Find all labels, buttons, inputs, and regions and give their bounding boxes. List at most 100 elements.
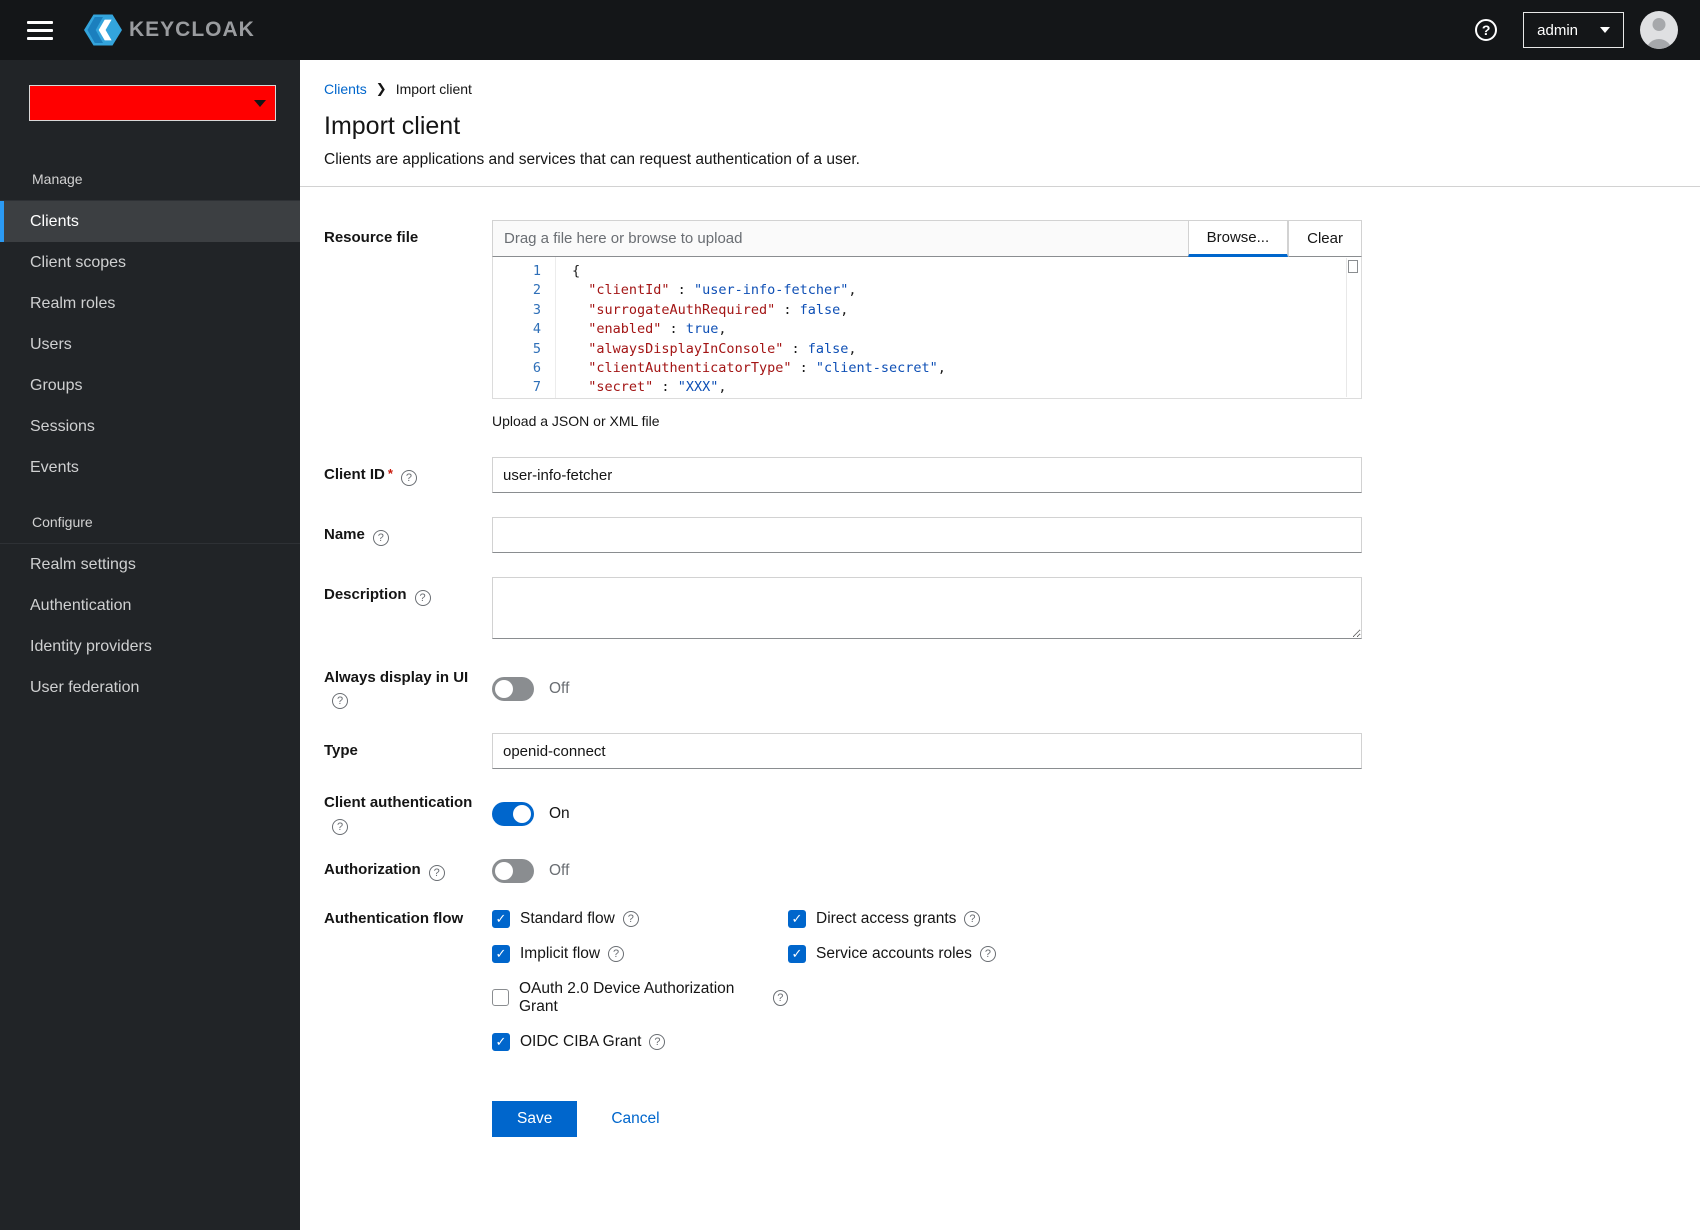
help-icon[interactable]: ? [1475, 19, 1498, 41]
upload-helper-text: Upload a JSON or XML file [492, 413, 660, 429]
sidebar-item-realm-settings[interactable]: Realm settings [0, 544, 300, 585]
description-row: Description? [324, 577, 1700, 644]
scrollbar-thumb[interactable] [1348, 260, 1358, 273]
code-line: "clientId" : "user-info-fetcher", [572, 281, 1361, 300]
auth-flow-option-oidc-ciba-grant[interactable]: ✓ OIDC CIBA Grant? [492, 1032, 788, 1051]
sidebar-item-identity-providers[interactable]: Identity providers [0, 626, 300, 667]
code-line: { [572, 262, 1361, 281]
help-icon[interactable]: ? [772, 989, 788, 1006]
user-avatar[interactable] [1640, 11, 1678, 49]
code-token: "alwaysDisplayInConsole" [588, 340, 784, 357]
code-token: "secret" [588, 379, 654, 396]
help-icon[interactable]: ? [414, 590, 431, 606]
type-input[interactable] [492, 733, 1362, 770]
cancel-link[interactable]: Cancel [611, 1110, 659, 1128]
code-token: "XXX" [677, 379, 719, 396]
sidebar-item-clients[interactable]: Clients [0, 201, 300, 242]
auth-flow-label: Authentication flow [324, 909, 464, 927]
checkbox-unchecked[interactable] [492, 989, 509, 1006]
help-icon[interactable]: ? [608, 945, 625, 962]
code-scrollbar[interactable] [1346, 258, 1360, 397]
sidebar-item-groups[interactable]: Groups [0, 365, 300, 406]
auth-flow-row: Authentication flow ✓ Standard flow? ✓ Dire… [324, 907, 1700, 1051]
checkbox-label: OIDC CIBA Grant [520, 1032, 642, 1050]
form-actions: Save Cancel [492, 1100, 1700, 1137]
main-content: Clients ❯ Import client Import client Cl… [300, 60, 1700, 1230]
checkbox-checked[interactable]: ✓ [788, 909, 806, 928]
code-token: "surrogateAuthRequired" [588, 301, 776, 318]
sidebar-item-client-scopes[interactable]: Client scopes [0, 242, 300, 283]
checkbox-checked[interactable]: ✓ [492, 909, 510, 928]
code-token: false [807, 340, 849, 357]
sidebar-item-users[interactable]: Users [0, 324, 300, 365]
help-icon[interactable]: ? [964, 910, 981, 927]
code-lines[interactable]: { "clientId" : "user-info-fetcher", "sur… [555, 257, 1361, 398]
description-textarea[interactable] [492, 577, 1362, 639]
authorization-toggle[interactable] [492, 858, 534, 883]
client-id-input[interactable] [492, 457, 1362, 493]
help-icon[interactable]: ? [979, 945, 996, 962]
realm-selector[interactable] [29, 85, 276, 121]
code-editor[interactable]: 1 2 3 4 5 6 7 { "clientId" : "user-info-fetche… [492, 257, 1362, 399]
nav-section-title: Configure [0, 514, 300, 544]
always-display-toggle[interactable] [492, 676, 534, 701]
name-input[interactable] [492, 517, 1362, 553]
help-icon[interactable]: ? [622, 910, 639, 927]
checkbox-checked[interactable]: ✓ [492, 1032, 510, 1051]
help-icon[interactable]: ? [332, 818, 348, 835]
help-icon[interactable]: ? [400, 470, 417, 486]
file-upload-group: Drag a file here or browse to upload Bro… [492, 220, 1362, 257]
help-icon[interactable]: ? [428, 865, 445, 881]
sidebar-nav: Manage Clients Client scopes Realm roles Use… [0, 171, 300, 708]
type-label: Type [324, 742, 358, 760]
sidebar-item-user-federation[interactable]: User federation [0, 667, 300, 708]
file-upload-field[interactable]: Drag a file here or browse to upload [492, 220, 1188, 257]
code-token: : [783, 340, 808, 357]
authorization-row: Authorization? Off [324, 858, 1700, 883]
avatar-person-icon [1652, 18, 1666, 31]
resource-file-label: Resource file [324, 229, 419, 246]
help-icon[interactable]: ? [372, 530, 389, 546]
browse-button[interactable]: Browse... [1187, 220, 1289, 257]
client-auth-state-label: On [549, 804, 570, 822]
code-line: "alwaysDisplayInConsole" : false, [572, 340, 1361, 359]
always-display-row: Always display in UI? Off [324, 668, 1700, 710]
auth-flow-option-implicit-flow[interactable]: ✓ Implicit flow? [492, 944, 788, 963]
code-token: , [718, 321, 727, 338]
checkbox-label: OAuth 2.0 Device Authorization Grant [519, 979, 735, 1015]
page-header: Clients ❯ Import client Import client Cl… [300, 60, 1700, 186]
auth-flow-option-standard-flow[interactable]: ✓ Standard flow? [492, 909, 788, 928]
import-client-form: Resource file Drag a file here or browse… [300, 187, 1700, 1137]
clear-button[interactable]: Clear [1288, 220, 1362, 257]
hamburger-menu-icon[interactable] [27, 20, 53, 40]
code-line-number: 2 [532, 282, 541, 299]
code-line-number: 4 [532, 321, 541, 338]
caret-down-icon [254, 99, 266, 107]
sidebar-item-events[interactable]: Events [0, 447, 300, 488]
save-button[interactable]: Save [492, 1100, 578, 1137]
brand[interactable]: KEYCLOAK [84, 12, 255, 48]
code-token: "enabled" [588, 321, 662, 338]
code-line: "clientAuthenticatorType" : "client-secr… [572, 359, 1361, 378]
sidebar-item-authentication[interactable]: Authentication [0, 585, 300, 626]
client-id-row: Client ID *? [324, 457, 1700, 493]
sidebar-item-realm-roles[interactable]: Realm roles [0, 283, 300, 324]
client-auth-toggle[interactable] [492, 801, 534, 826]
auth-flow-option-service-accounts-roles[interactable]: ✓ Service accounts roles? [788, 944, 996, 963]
checkbox-checked[interactable]: ✓ [492, 944, 510, 963]
code-token: , [840, 301, 849, 318]
user-menu-dropdown[interactable]: admin [1523, 12, 1624, 48]
code-line-number: 1 [532, 263, 541, 279]
breadcrumb-link-clients[interactable]: Clients [324, 81, 367, 97]
auth-flow-option-direct-access-grants[interactable]: ✓ Direct access grants? [788, 909, 996, 928]
checkbox-checked[interactable]: ✓ [788, 944, 806, 963]
sidebar-item-sessions[interactable]: Sessions [0, 406, 300, 447]
required-asterisk: * [387, 466, 393, 481]
help-icon[interactable]: ? [649, 1033, 666, 1050]
help-icon[interactable]: ? [332, 693, 348, 710]
code-token: , [718, 379, 727, 396]
always-display-switch-wrap: Off [492, 676, 1362, 701]
auth-flow-option-oauth-2-0-device-authorization-grant[interactable]: OAuth 2.0 Device Authorization Grant? [492, 980, 788, 1016]
brand-text: KEYCLOAK [129, 18, 255, 41]
